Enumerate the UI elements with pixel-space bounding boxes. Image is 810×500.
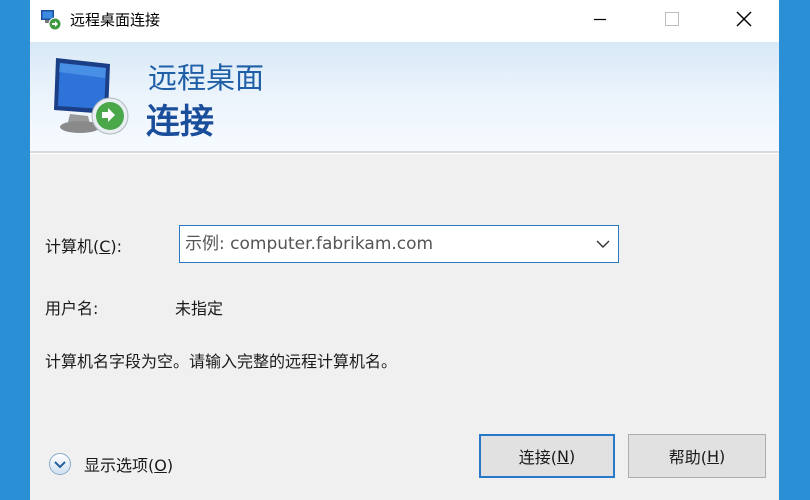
validation-message: 计算机名字段为空。请输入完整的远程计算机名。: [45, 352, 398, 371]
remote-desktop-app-icon: [41, 10, 62, 31]
maximize-icon: [665, 12, 679, 26]
window-title: 远程桌面连接: [70, 11, 161, 29]
remote-desktop-monitor-icon: [54, 58, 129, 135]
close-icon: [736, 11, 752, 27]
expand-chevron-icon[interactable]: [48, 452, 72, 476]
minimize-button[interactable]: [570, 0, 630, 38]
help-button[interactable]: 帮助(H): [628, 434, 766, 478]
computer-combobox[interactable]: [179, 225, 619, 263]
header-banner: 远程桌面 连接: [30, 42, 779, 151]
banner-title-line2: 连接: [146, 102, 214, 142]
username-label: 用户名:: [45, 299, 99, 318]
close-button[interactable]: [714, 0, 774, 38]
minimize-icon: [594, 18, 606, 21]
computer-label: 计算机(C):: [45, 237, 123, 256]
chevron-down-icon[interactable]: [596, 238, 610, 250]
show-options-toggle[interactable]: 显示选项(O): [48, 451, 173, 477]
title-bar[interactable]: 远程桌面连接: [30, 0, 779, 42]
banner-divider-highlight: [30, 153, 779, 154]
computer-input[interactable]: [185, 226, 585, 262]
username-value: 未指定: [175, 299, 224, 318]
remote-desktop-window: 远程桌面连接 远程桌面 连接 计算机(C): 示例: computer.fabr…: [30, 0, 779, 500]
show-options-label[interactable]: 显示选项(O): [84, 452, 173, 476]
connect-button[interactable]: 连接(N): [479, 434, 615, 478]
maximize-button[interactable]: [642, 0, 702, 38]
banner-title-line1: 远程桌面: [148, 61, 265, 95]
